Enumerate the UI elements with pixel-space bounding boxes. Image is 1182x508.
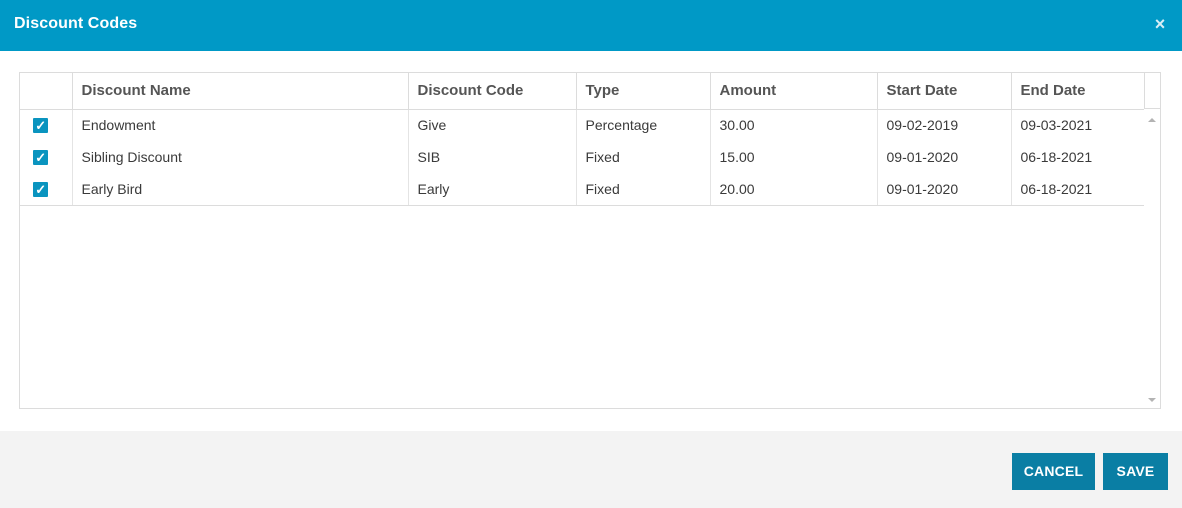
table-row[interactable]: ✓ Endowment Give Percentage 30.00 09-02-… — [20, 109, 1145, 141]
column-header-type[interactable]: Type — [576, 73, 711, 110]
header-scroll-filler — [1144, 73, 1160, 109]
table-header-row: Discount Name Discount Code Type Amount … — [20, 73, 1145, 110]
row-checkbox[interactable]: ✓ — [33, 181, 49, 197]
cell-end-date: 06-18-2021 — [1011, 141, 1145, 173]
cell-amount: 20.00 — [710, 173, 878, 206]
cell-discount-code: Early — [408, 173, 577, 206]
discount-table: Discount Name Discount Code Type Amount … — [20, 73, 1145, 206]
cell-end-date: 09-03-2021 — [1011, 109, 1145, 141]
scroll-down-arrow-icon[interactable] — [1148, 398, 1156, 402]
cell-type: Percentage — [576, 109, 711, 141]
cell-start-date: 09-01-2020 — [877, 173, 1012, 206]
row-checkbox[interactable]: ✓ — [33, 149, 49, 165]
row-checkbox[interactable]: ✓ — [33, 118, 49, 134]
cell-type: Fixed — [576, 141, 711, 173]
cell-amount: 15.00 — [710, 141, 878, 173]
table-row[interactable]: ✓ Sibling Discount SIB Fixed 15.00 09-01… — [20, 141, 1145, 173]
cell-type: Fixed — [576, 173, 711, 206]
row-select-cell: ✓ — [20, 141, 73, 173]
dialog-titlebar: Discount Codes × — [0, 0, 1182, 51]
column-header-start-date[interactable]: Start Date — [877, 73, 1012, 110]
cell-discount-code: Give — [408, 109, 577, 141]
cell-amount: 30.00 — [710, 109, 878, 141]
dialog-title: Discount Codes — [14, 15, 138, 32]
vertical-scrollbar[interactable] — [1144, 109, 1160, 408]
save-button[interactable]: SAVE — [1103, 453, 1168, 490]
scroll-up-arrow-icon[interactable] — [1148, 118, 1156, 122]
cell-end-date: 06-18-2021 — [1011, 173, 1145, 206]
table-row[interactable]: ✓ Early Bird Early Fixed 20.00 09-01-202… — [20, 173, 1145, 206]
column-header-discount-code[interactable]: Discount Code — [408, 73, 577, 110]
discount-codes-grid: Discount Name Discount Code Type Amount … — [19, 72, 1161, 409]
column-header-discount-name[interactable]: Discount Name — [72, 73, 409, 110]
dialog-footer: CANCEL SAVE — [0, 431, 1182, 508]
row-select-cell: ✓ — [20, 109, 73, 141]
cell-start-date: 09-01-2020 — [877, 141, 1012, 173]
column-header-end-date[interactable]: End Date — [1011, 73, 1145, 110]
row-select-cell: ✓ — [20, 173, 73, 206]
select-column-header — [20, 73, 73, 110]
cell-discount-name: Endowment — [72, 109, 409, 141]
cell-discount-code: SIB — [408, 141, 577, 173]
cell-discount-name: Sibling Discount — [72, 141, 409, 173]
close-icon[interactable]: × — [1150, 13, 1170, 35]
cancel-button[interactable]: CANCEL — [1012, 453, 1095, 490]
cell-discount-name: Early Bird — [72, 173, 409, 206]
column-header-amount[interactable]: Amount — [710, 73, 878, 110]
cell-start-date: 09-02-2019 — [877, 109, 1012, 141]
